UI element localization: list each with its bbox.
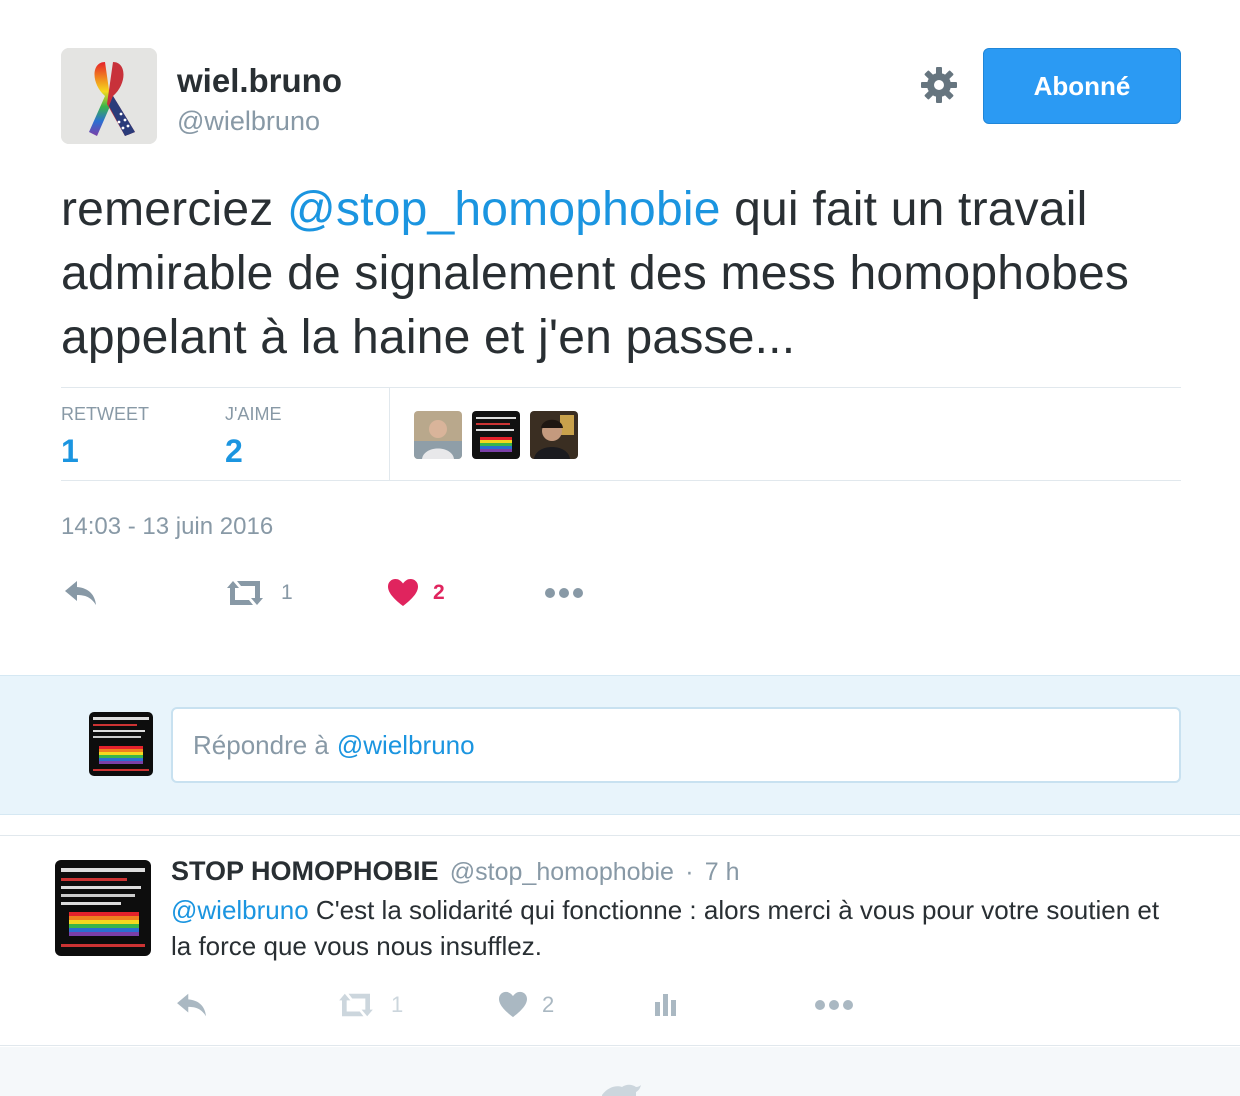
main-tweet: wiel.bruno @wielbruno Abonné remerciez @… <box>0 0 1240 675</box>
analytics-button[interactable] <box>653 982 679 1028</box>
reply-icon <box>177 993 206 1017</box>
like-button[interactable]: 2 <box>387 570 445 616</box>
reply-more-button[interactable] <box>814 982 854 1028</box>
liker-avatar[interactable] <box>414 411 462 459</box>
reply-time[interactable]: 7 h <box>705 858 740 886</box>
like-count: 2 <box>433 581 445 604</box>
ribbon-icon <box>61 48 157 144</box>
reply-text-body: C'est la solidarité qui fonctionne : alo… <box>171 895 1160 961</box>
author-name[interactable]: wiel.bruno <box>177 62 342 100</box>
retweet-icon <box>339 993 373 1017</box>
following-button[interactable]: Abonné <box>983 48 1181 124</box>
tweet-stats: RETWEET 1 J'AIME 2 <box>61 387 1181 481</box>
reply-icon <box>65 581 96 605</box>
reply-composer: Répondre à @wielbruno <box>0 675 1240 815</box>
reply-retweet-count: 1 <box>391 992 404 1017</box>
stats-divider <box>389 388 390 481</box>
current-user-avatar <box>89 712 153 776</box>
reply-reply-button[interactable] <box>175 982 209 1028</box>
reply-author-avatar[interactable] <box>55 860 151 956</box>
reply-like-count: 2 <box>542 992 555 1017</box>
reply-placeholder-handle: @wielbruno <box>336 729 475 760</box>
retweet-button[interactable]: 1 <box>223 570 293 616</box>
separator <box>0 815 1240 836</box>
author-handle[interactable]: @wielbruno <box>177 106 320 137</box>
more-icon <box>815 1000 853 1010</box>
retweet-stat[interactable]: RETWEET 1 <box>61 404 149 470</box>
more-icon <box>545 588 583 598</box>
like-stat-label: J'AIME <box>225 404 282 424</box>
retweet-stat-count: 1 <box>61 433 79 469</box>
more-button[interactable] <box>544 570 584 616</box>
reply-author-handle[interactable]: @stop_homophobie <box>450 858 674 886</box>
retweet-icon <box>227 581 263 605</box>
reply-header: STOP HOMOPHOBIE @stop_homophobie · 7 h <box>171 856 740 887</box>
mention-link[interactable]: @stop_homophobie <box>287 183 721 236</box>
heart-icon <box>388 579 418 606</box>
liker-avatar[interactable] <box>472 411 520 459</box>
reply-actions: 1 2 <box>171 982 891 1026</box>
reply-button[interactable] <box>63 570 99 616</box>
tweet-actions: 1 2 <box>61 570 761 616</box>
footer <box>0 1047 1240 1096</box>
author-avatar[interactable] <box>61 48 157 144</box>
liker-avatar[interactable] <box>530 411 578 459</box>
heart-icon <box>499 991 527 1018</box>
tweet-timestamp[interactable]: 14:03 - 13 juin 2016 <box>61 513 273 541</box>
gear-icon[interactable] <box>918 64 960 106</box>
retweet-count: 1 <box>281 581 293 604</box>
reply-mention-link[interactable]: @wielbruno <box>171 895 309 925</box>
reply-placeholder-prefix: Répondre à <box>193 729 329 760</box>
bird-icon <box>602 1084 641 1096</box>
reply-retweet-button[interactable]: 1 <box>335 982 403 1028</box>
like-stat-count: 2 <box>225 433 243 469</box>
likers-avatars <box>414 411 578 459</box>
analytics-icon <box>655 994 676 1016</box>
reply-separator: · <box>685 858 694 886</box>
reply-input[interactable]: Répondre à @wielbruno <box>171 707 1181 783</box>
tweet-text-start: remerciez <box>61 183 288 236</box>
reply-like-button[interactable]: 2 <box>498 982 554 1028</box>
retweet-stat-label: RETWEET <box>61 404 149 424</box>
reply-author-name[interactable]: STOP HOMOPHOBIE <box>171 856 439 886</box>
reply-tweet[interactable]: STOP HOMOPHOBIE @stop_homophobie · 7 h @… <box>0 836 1240 1046</box>
like-stat[interactable]: J'AIME 2 <box>225 404 281 470</box>
reply-text: @wielbruno C'est la solidarité qui fonct… <box>171 892 1161 964</box>
tweet-text: remerciez @stop_homophobie qui fait un t… <box>61 178 1191 370</box>
